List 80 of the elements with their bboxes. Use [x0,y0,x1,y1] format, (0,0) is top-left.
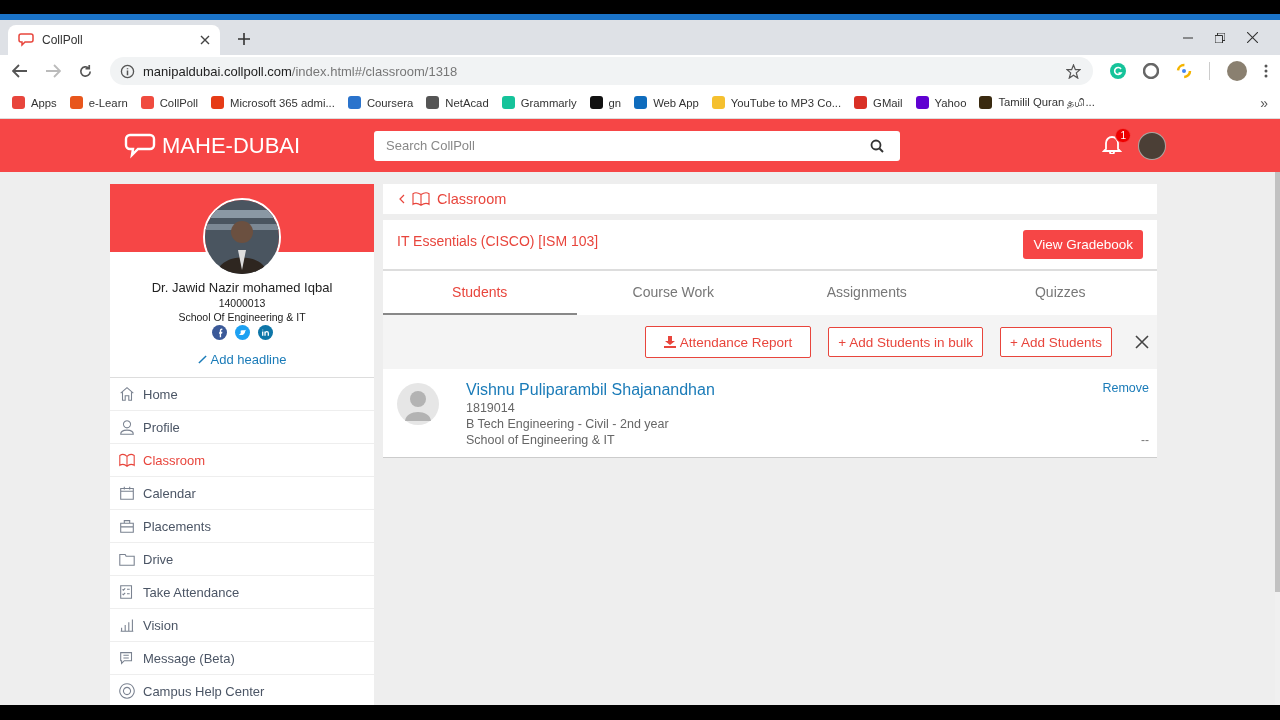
browser-tab[interactable]: CollPoll [8,25,220,55]
close-icon[interactable] [1135,335,1149,349]
bookmark[interactable]: NetAcad [426,96,489,109]
student-program: B Tech Engineering - Civil - 2nd year [466,417,670,431]
facebook-icon[interactable] [211,325,227,340]
bookmark[interactable]: Microsoft 365 admi... [211,96,335,109]
remove-link[interactable]: Remove [1102,381,1149,395]
star-icon[interactable] [1066,63,1081,79]
close-window-icon[interactable] [1247,32,1258,43]
bookmark[interactable]: CollPoll [140,96,198,109]
chat-bubble-icon [18,33,34,47]
menu-icon[interactable] [1264,64,1268,78]
add-headline-link[interactable]: Add headline [197,352,287,367]
nav-icon [118,418,136,436]
breadcrumb-link[interactable]: Classroom [399,191,507,207]
tab[interactable]: Quizzes [963,271,1157,315]
course-title: IT Essentials (CISCO) [ISM 103] [397,233,599,249]
pencil-icon [197,355,207,364]
nav-item[interactable]: Profile [110,411,374,444]
more-bookmarks[interactable]: » [1260,94,1268,111]
nav-item[interactable]: Take Attendance [110,576,374,609]
tab[interactable]: Course Work [576,271,770,315]
action-button[interactable]: + Add Students [1000,327,1112,357]
search-icon[interactable] [870,138,884,153]
student-id: 1819014 [466,401,516,415]
extension-icon[interactable] [1143,63,1159,79]
student-school: School of Engineering & IT [466,433,616,447]
extension-icon[interactable] [1176,63,1192,79]
nav-item[interactable]: Calendar [110,477,374,510]
linkedin-icon[interactable] [257,325,273,340]
restore-icon[interactable] [1215,33,1225,43]
nav-item[interactable]: Home [110,378,374,411]
nav-item[interactable]: Vision [110,609,374,642]
download-icon [663,336,676,348]
bookmark[interactable]: Web App [634,96,699,109]
address-bar[interactable]: manipaldubai.collpoll.com/index.html#/classroom/1318 [110,57,1093,85]
nav-icon [118,451,136,469]
nav-item[interactable]: Classroom [110,444,374,477]
brand-logo[interactable]: MAHE-DUBAI [124,132,374,159]
back-icon[interactable] [12,64,28,78]
bookmark[interactable]: Tamilil Quran தமி... [979,95,1095,110]
nav-item[interactable]: Message (Beta) [110,642,374,675]
action-button[interactable]: + Add Students in bulk [828,327,984,357]
reload-icon[interactable] [78,63,93,79]
book-icon [412,191,430,207]
bookmark[interactable]: e-Learn [69,96,128,109]
info-icon [120,63,135,79]
profile-name: Dr. Jawid Nazir mohamed Iqbal [151,280,333,295]
bookmark[interactable]: GMail [854,96,903,109]
close-tab-icon[interactable] [200,35,210,45]
twitter-icon[interactable] [234,325,250,340]
search-field[interactable]: Search CollPoll [374,130,900,161]
bookmark[interactable]: gn [589,96,622,109]
nav-icon [118,682,136,700]
back-chevron-icon [399,194,405,204]
nav-icon [118,484,136,502]
action-button[interactable]: Attendance Report [644,326,812,358]
bookmark[interactable]: Yahoo [915,96,967,109]
student-note: -- [1141,433,1149,447]
tab[interactable]: Assignments [770,271,964,315]
bookmark[interactable]: Grammarly [501,96,577,109]
nav-item[interactable]: Drive [110,543,374,576]
user-avatar[interactable] [1138,131,1166,160]
bell-icon[interactable] [1102,133,1122,154]
bookmark[interactable]: Coursera [347,96,414,109]
nav-item[interactable]: Placements [110,510,374,543]
profile-school: School Of Engineering & IT [178,311,306,323]
nav-icon [118,517,136,535]
chat-bubble-icon [124,132,156,159]
url-text: manipaldubai.collpoll.com/index.html#/classroom/1318 [143,63,458,79]
account-avatar[interactable] [1227,61,1247,81]
bookmark[interactable]: YouTube to MP3 Co... [711,96,842,109]
student-name-link[interactable]: Vishnu Puliparambil Shajanandhan [466,381,1076,399]
profile-id: 14000013 [218,297,266,309]
bookmark[interactable]: Apps [12,96,57,109]
notification-badge: 1 [1115,127,1131,143]
new-tab-icon[interactable] [238,33,250,45]
avatar-placeholder-icon [397,383,439,425]
view-gradebook-button[interactable]: View Gradebook [1023,230,1143,259]
nav-icon [118,385,136,403]
